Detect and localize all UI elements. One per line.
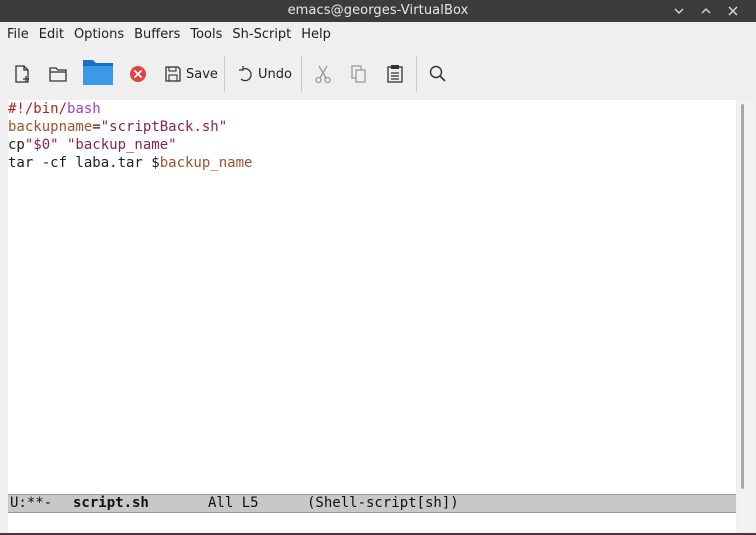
code-line: cp"$0" "backup_name" bbox=[8, 136, 736, 154]
save-button[interactable]: Save bbox=[164, 60, 218, 88]
close-buffer-icon bbox=[130, 66, 146, 82]
menu-edit[interactable]: Edit bbox=[34, 24, 69, 46]
title-bar[interactable]: emacs@georges-VirtualBox bbox=[0, 0, 756, 22]
menu-tools[interactable]: Tools bbox=[185, 24, 227, 46]
paste-button[interactable] bbox=[385, 60, 405, 88]
save-icon bbox=[165, 66, 181, 82]
menu-buffers[interactable]: Buffers bbox=[129, 24, 185, 46]
text-editor[interactable]: #!/bin/bash backupname="scriptBack.sh" c… bbox=[8, 100, 736, 494]
mode-line: U:**- script.sh All L5 (Shell-script[sh]… bbox=[8, 494, 736, 513]
save-label: Save bbox=[186, 66, 218, 82]
toolbar-separator bbox=[301, 56, 302, 92]
kill-buffer-button[interactable] bbox=[128, 60, 148, 88]
search-button[interactable] bbox=[428, 60, 448, 88]
code-token: cp bbox=[8, 137, 25, 153]
undo-button[interactable]: Undo bbox=[236, 60, 292, 88]
modeline-position: All L5 bbox=[208, 495, 259, 511]
modeline-status: U:**- bbox=[10, 495, 53, 511]
code-line: backupname="scriptBack.sh" bbox=[8, 118, 736, 136]
menu-help[interactable]: Help bbox=[296, 24, 336, 46]
modeline-buffer-name[interactable]: script.sh bbox=[73, 495, 149, 512]
code-token: tar -cf laba.tar $ bbox=[8, 155, 160, 171]
maximize-icon[interactable] bbox=[697, 2, 715, 20]
window-title: emacs@georges-VirtualBox bbox=[287, 3, 469, 18]
emacs-window: emacs@georges-VirtualBox File Edit Optio… bbox=[0, 0, 756, 533]
new-file-button[interactable] bbox=[12, 60, 32, 88]
minimize-icon[interactable] bbox=[670, 2, 688, 20]
cut-icon bbox=[315, 65, 331, 84]
code-line: #!/bin/bash bbox=[8, 100, 736, 118]
code-token: "$0" "backup_name" bbox=[24, 137, 177, 153]
cut-button[interactable] bbox=[313, 60, 333, 88]
search-icon bbox=[429, 65, 446, 82]
code-token: = bbox=[92, 119, 101, 135]
code-token: bash bbox=[67, 101, 101, 117]
vertical-scrollbar[interactable] bbox=[738, 100, 754, 532]
menu-sh-script[interactable]: Sh-Script bbox=[227, 24, 296, 46]
code-token: backup_name bbox=[159, 155, 253, 171]
minibuffer[interactable] bbox=[8, 513, 736, 533]
code-token: /bin/ bbox=[24, 101, 68, 117]
modeline-major-mode[interactable]: (Shell-script[sh]) bbox=[307, 495, 459, 512]
open-directory-button[interactable] bbox=[48, 60, 68, 88]
open-folder-icon bbox=[83, 60, 113, 85]
menu-file[interactable]: File bbox=[2, 24, 34, 46]
folder-icon bbox=[49, 67, 67, 82]
menu-options[interactable]: Options bbox=[69, 24, 129, 46]
toolbar-separator bbox=[224, 56, 225, 92]
undo-icon bbox=[239, 66, 252, 82]
open-file-button[interactable] bbox=[82, 58, 114, 86]
new-file-icon bbox=[15, 65, 29, 83]
toolbar: Save Undo bbox=[0, 48, 756, 100]
code-token: backupname bbox=[8, 119, 93, 135]
undo-label: Undo bbox=[258, 66, 292, 82]
toolbar-separator bbox=[416, 56, 417, 92]
menu-bar: File Edit Options Buffers Tools Sh-Scrip… bbox=[0, 22, 756, 48]
code-line: tar -cf laba.tar $backup_name bbox=[8, 154, 736, 172]
code-token: "scriptBack.sh" bbox=[100, 119, 228, 135]
paste-icon bbox=[387, 65, 403, 83]
scrollbar-thumb[interactable] bbox=[741, 104, 744, 489]
close-window-icon[interactable] bbox=[724, 2, 742, 20]
copy-button[interactable] bbox=[349, 60, 369, 88]
copy-icon bbox=[351, 65, 366, 83]
code-token: #! bbox=[8, 101, 25, 117]
